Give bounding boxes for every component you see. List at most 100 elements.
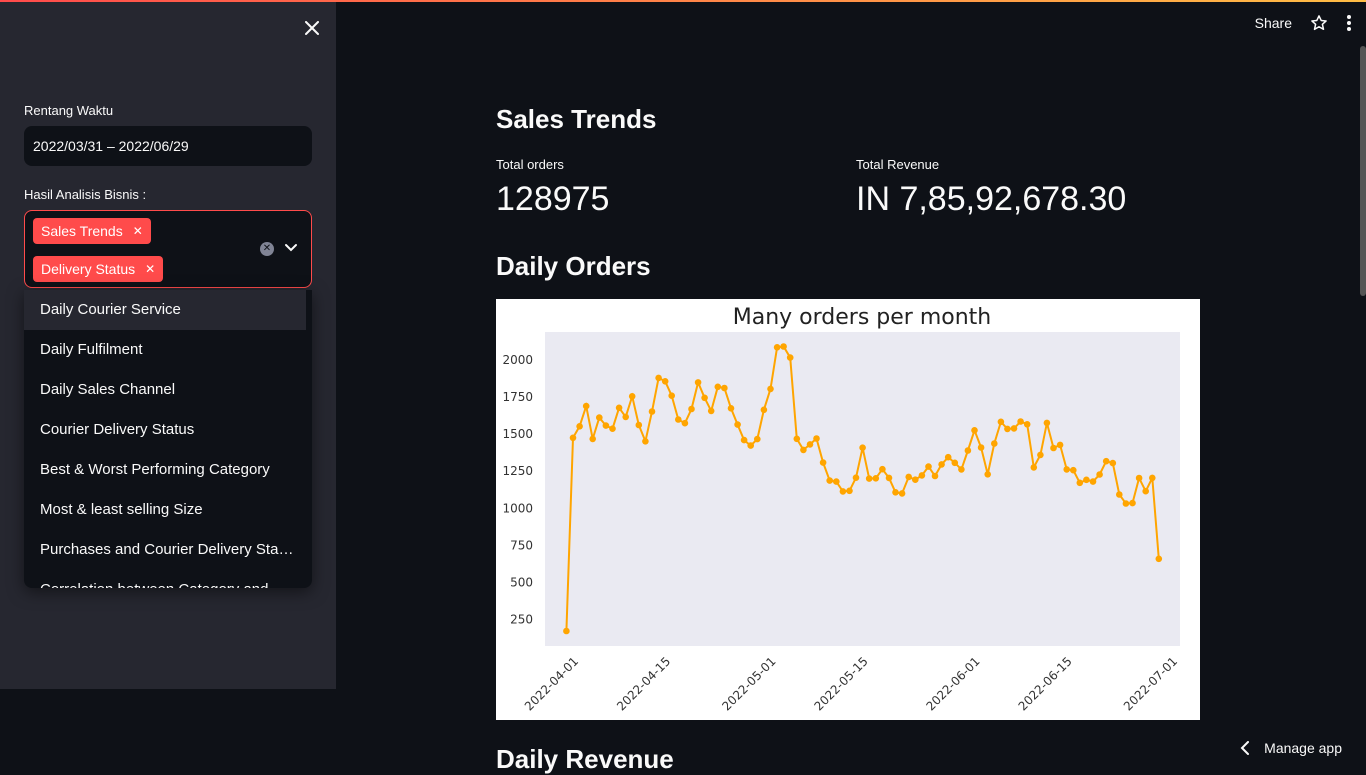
data-point [919, 472, 926, 479]
data-point [1096, 471, 1103, 478]
data-point [616, 405, 623, 412]
chart-title: Many orders per month [733, 305, 991, 330]
tag-delivery-status: Delivery Status ✕ [33, 256, 163, 282]
data-point [682, 420, 689, 427]
data-point [794, 436, 801, 443]
tag-label: Sales Trends [41, 218, 123, 244]
star-icon[interactable] [1310, 14, 1328, 32]
data-point [952, 460, 959, 467]
data-point [734, 421, 741, 428]
page-scrollbar[interactable] [1360, 46, 1366, 296]
data-point [1011, 425, 1018, 432]
data-point [609, 425, 616, 432]
page-title: Sales Trends [496, 104, 656, 135]
y-tick-label: 1750 [502, 390, 533, 404]
tag-label: Delivery Status [41, 256, 135, 282]
data-point [807, 441, 814, 448]
tag-sales-trends: Sales Trends ✕ [33, 218, 151, 244]
data-point [662, 378, 669, 385]
data-point [583, 403, 590, 410]
data-point [1063, 466, 1070, 473]
data-point [800, 447, 807, 454]
data-point [925, 463, 932, 470]
data-point [1057, 442, 1064, 449]
option-item[interactable]: Daily Courier Service [24, 290, 306, 330]
data-point [892, 489, 899, 496]
data-point [1037, 452, 1044, 459]
data-point [715, 384, 722, 391]
x-tick-label: 2022-04-15 [614, 654, 673, 713]
data-point [965, 447, 972, 454]
chevron-down-icon[interactable] [283, 239, 299, 255]
option-item[interactable]: Best & Worst Performing Category [24, 450, 306, 490]
analysis-label: Hasil Analisis Bisnis : [24, 187, 146, 202]
data-point [1123, 500, 1130, 507]
date-range-input[interactable]: 2022/03/31 – 2022/06/29 [24, 126, 312, 166]
data-point [596, 414, 603, 421]
metric-orders-label: Total orders [496, 157, 564, 172]
data-point [636, 422, 643, 429]
data-point [603, 422, 610, 429]
y-tick-label: 1250 [502, 464, 533, 478]
data-point [675, 416, 682, 423]
daily-orders-heading: Daily Orders [496, 251, 651, 282]
data-point [1044, 420, 1051, 427]
option-item[interactable]: Courier Delivery Status [24, 410, 306, 450]
data-point [879, 466, 886, 473]
data-point [629, 393, 636, 400]
data-point [1129, 500, 1136, 507]
data-point [820, 459, 827, 466]
data-point [984, 471, 991, 478]
data-point [1116, 491, 1123, 498]
data-point [754, 436, 761, 443]
data-point [668, 392, 675, 399]
y-tick-label: 2000 [502, 353, 533, 367]
x-tick-label: 2022-07-01 [1121, 654, 1180, 713]
more-menu-icon[interactable] [1346, 14, 1352, 32]
dropdown-scrollbar[interactable] [306, 290, 312, 588]
option-item[interactable]: Daily Sales Channel [24, 370, 306, 410]
data-point [1136, 475, 1143, 482]
data-point [991, 440, 998, 447]
data-point [1103, 458, 1110, 465]
clear-all-icon[interactable]: ✕ [260, 242, 274, 256]
data-point [932, 473, 939, 480]
data-point [840, 488, 847, 495]
data-point [998, 419, 1005, 426]
data-point [642, 438, 649, 445]
manage-app-button[interactable]: Manage app [1240, 740, 1342, 756]
data-point [912, 476, 919, 483]
data-point [1083, 477, 1090, 484]
option-item[interactable]: Most & least selling Size [24, 490, 306, 530]
data-point [649, 408, 656, 415]
option-item[interactable]: Purchases and Courier Delivery Sta… [24, 530, 306, 570]
data-point [886, 475, 893, 482]
data-point [813, 435, 820, 442]
data-point [958, 466, 965, 473]
data-point [1024, 421, 1031, 428]
share-button[interactable]: Share [1255, 15, 1292, 31]
data-point [846, 488, 853, 495]
x-tick-label: 2022-05-15 [812, 654, 871, 713]
data-point [688, 406, 695, 413]
data-point [589, 436, 596, 443]
data-point [1077, 480, 1084, 487]
option-item[interactable]: Daily Fulfilment [24, 330, 306, 370]
data-point [728, 405, 735, 412]
analysis-multiselect[interactable]: Sales Trends ✕ Delivery Status ✕ ✕ [24, 210, 312, 288]
data-point [701, 395, 708, 402]
data-point [1050, 445, 1057, 452]
remove-tag-icon[interactable]: ✕ [145, 256, 155, 282]
data-point [1017, 418, 1024, 425]
data-point [655, 375, 662, 382]
option-item[interactable]: Correlation between Category and [24, 570, 306, 588]
data-point [708, 408, 715, 415]
data-point [1110, 460, 1117, 467]
data-point [622, 414, 629, 421]
remove-tag-icon[interactable]: ✕ [133, 218, 143, 244]
data-point [1090, 478, 1097, 485]
data-point [787, 354, 794, 361]
orders-line-chart: Many orders per month 250500750100012501… [496, 299, 1200, 720]
close-sidebar-button[interactable] [300, 16, 324, 40]
metric-orders-value: 128975 [496, 180, 609, 219]
